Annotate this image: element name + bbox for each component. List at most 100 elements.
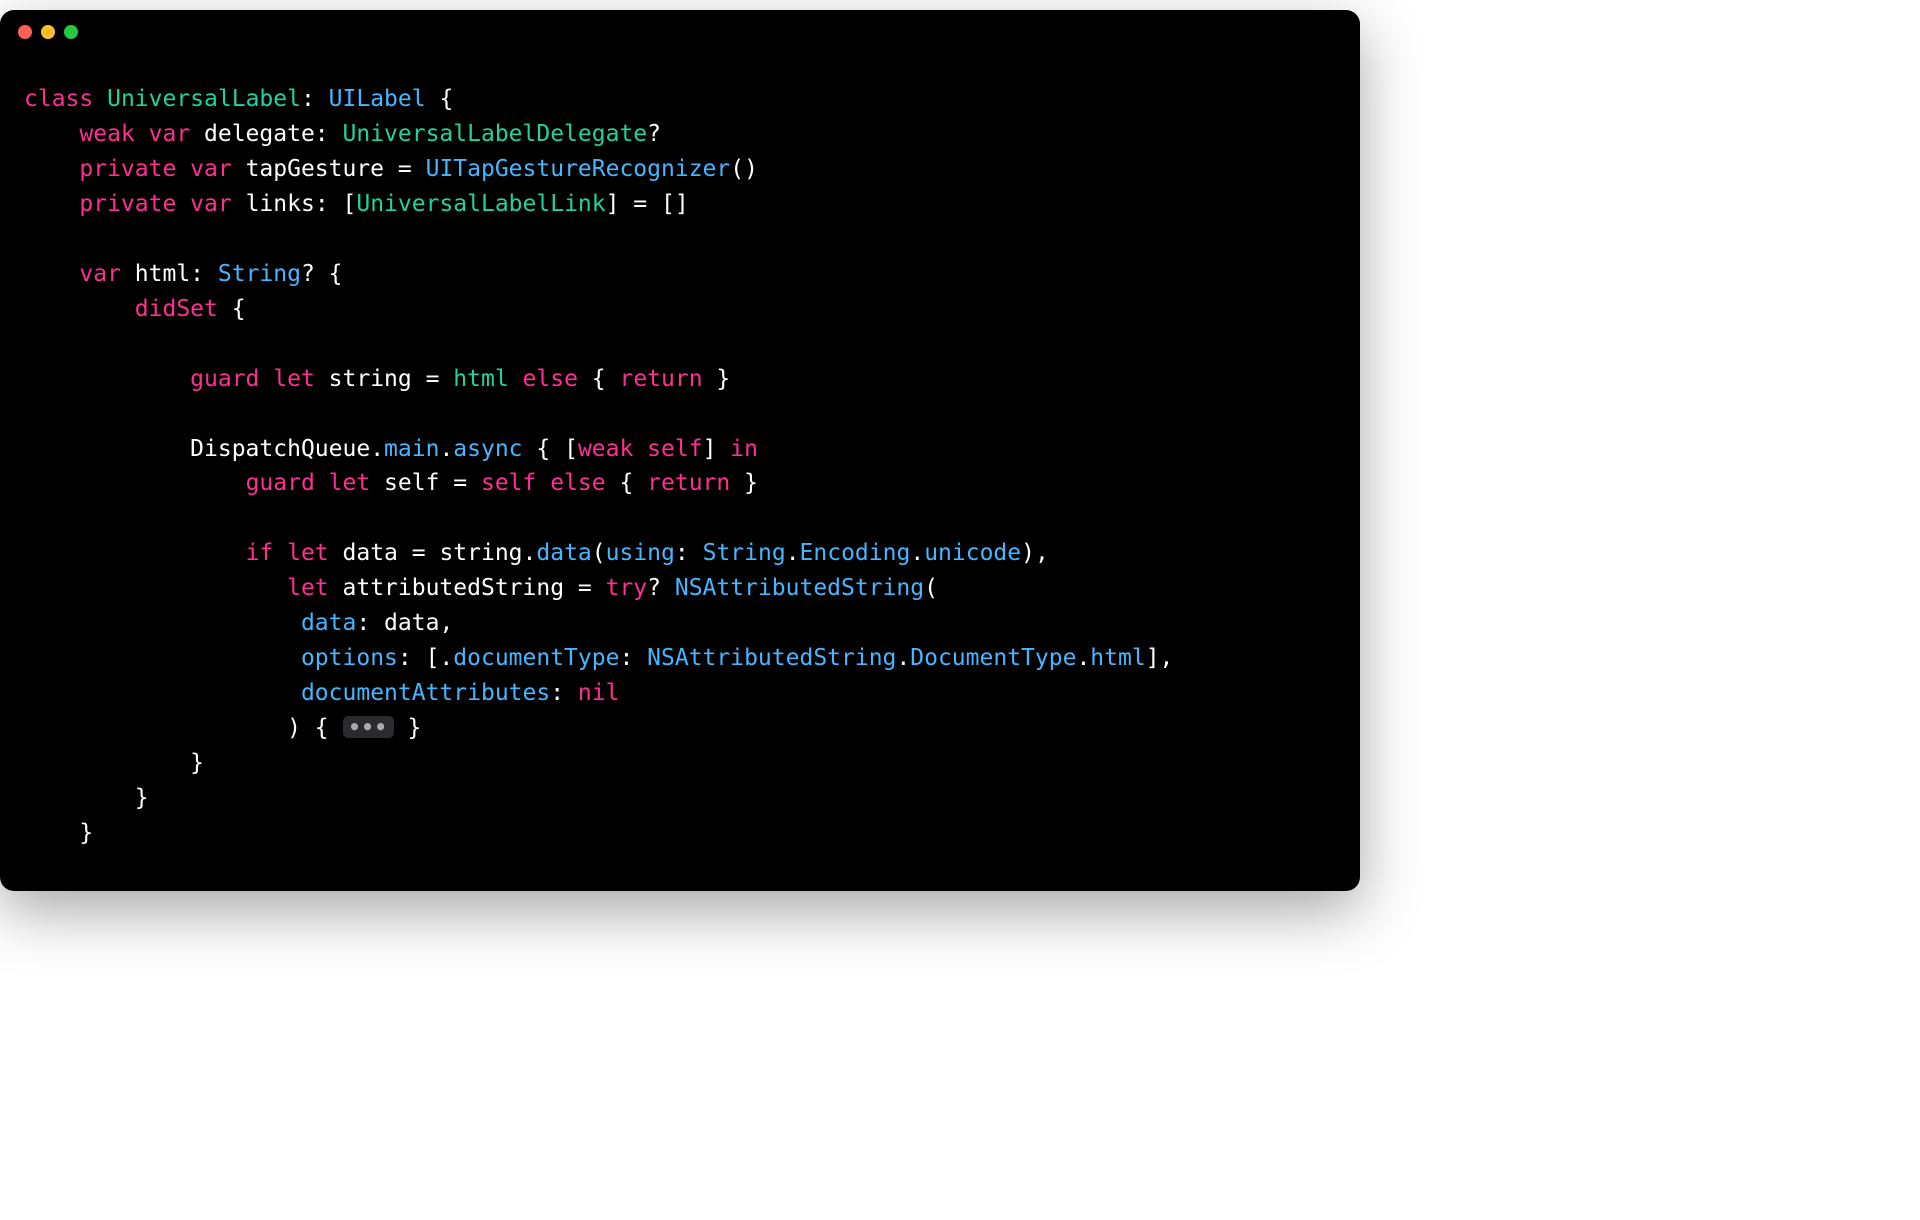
code-token bbox=[24, 156, 79, 182]
code-line: DispatchQueue.main.async { [weak self] i… bbox=[24, 432, 1336, 467]
code-line bbox=[24, 397, 1336, 432]
code-token: = bbox=[412, 366, 454, 392]
code-token: self bbox=[481, 470, 536, 496]
minimize-icon[interactable] bbox=[41, 25, 55, 39]
code-token: . bbox=[370, 436, 384, 462]
code-token: string bbox=[329, 366, 412, 392]
close-icon[interactable] bbox=[18, 25, 32, 39]
code-token: UniversalLabelDelegate bbox=[343, 121, 648, 147]
code-line: ) { ••• } bbox=[24, 711, 1336, 746]
code-token: nil bbox=[578, 680, 620, 706]
code-line: guard let string = html else { return } bbox=[24, 362, 1336, 397]
code-line: class UniversalLabel: UILabel { bbox=[24, 82, 1336, 117]
code-token: . bbox=[786, 540, 800, 566]
code-line: let attributedString = try? NSAttributed… bbox=[24, 571, 1336, 606]
code-token: String bbox=[703, 540, 786, 566]
code-token: data bbox=[301, 610, 356, 636]
code-token: UniversalLabelLink bbox=[356, 191, 605, 217]
code-token: links bbox=[246, 191, 315, 217]
code-token: guard let bbox=[190, 366, 328, 392]
code-token: documentAttributes bbox=[301, 680, 550, 706]
code-token: . bbox=[1076, 645, 1090, 671]
code-token: data bbox=[384, 610, 439, 636]
code-token: : bbox=[619, 645, 647, 671]
code-token: class bbox=[24, 86, 107, 112]
code-line: options: [.documentType: NSAttributedStr… bbox=[24, 641, 1336, 676]
code-token: else bbox=[550, 470, 605, 496]
code-token: . bbox=[910, 540, 924, 566]
code-token: DocumentType bbox=[910, 645, 1076, 671]
code-token: ), bbox=[1021, 540, 1049, 566]
code-token bbox=[24, 436, 190, 462]
code-window: class UniversalLabel: UILabel { weak var… bbox=[0, 10, 1360, 891]
code-token: { bbox=[426, 86, 454, 112]
code-fold-icon[interactable]: ••• bbox=[343, 716, 394, 738]
code-token: = bbox=[398, 540, 440, 566]
code-line bbox=[24, 327, 1336, 362]
code-token: : bbox=[356, 610, 384, 636]
code-token: = bbox=[384, 156, 426, 182]
code-token: . bbox=[896, 645, 910, 671]
code-token: data bbox=[536, 540, 591, 566]
code-token: NSAttributedString bbox=[675, 575, 924, 601]
code-token: self bbox=[384, 470, 439, 496]
code-token: didSet bbox=[135, 296, 218, 322]
code-token: : bbox=[550, 680, 578, 706]
code-token: DispatchQueue bbox=[190, 436, 370, 462]
code-token: : [. bbox=[398, 645, 453, 671]
code-token: Encoding bbox=[800, 540, 911, 566]
code-editor[interactable]: class UniversalLabel: UILabel { weak var… bbox=[0, 54, 1360, 891]
code-line bbox=[24, 222, 1336, 257]
code-token: ( bbox=[592, 540, 606, 566]
code-token: : bbox=[315, 121, 343, 147]
code-token: ? bbox=[647, 575, 675, 601]
code-token bbox=[24, 296, 135, 322]
code-token: = bbox=[564, 575, 606, 601]
code-token: ( bbox=[924, 575, 938, 601]
code-token: tapGesture bbox=[246, 156, 384, 182]
code-token: UILabel bbox=[329, 86, 426, 112]
code-token: . bbox=[439, 436, 453, 462]
code-token: NSAttributedString bbox=[647, 645, 896, 671]
code-token: html bbox=[135, 261, 190, 287]
code-token bbox=[24, 191, 79, 217]
code-token bbox=[536, 470, 550, 496]
code-line: } bbox=[24, 781, 1336, 816]
code-token: attributedString bbox=[343, 575, 565, 601]
code-token: try bbox=[606, 575, 648, 601]
code-token: main bbox=[384, 436, 439, 462]
code-token: var bbox=[79, 261, 134, 287]
code-token: unicode bbox=[924, 540, 1021, 566]
code-token: : bbox=[675, 540, 703, 566]
code-token bbox=[509, 366, 523, 392]
code-token: () bbox=[730, 156, 758, 182]
code-token: ] bbox=[703, 436, 731, 462]
code-line: var html: String? { bbox=[24, 257, 1336, 292]
code-token: } bbox=[24, 820, 93, 846]
code-token: ) { bbox=[24, 715, 343, 741]
code-token: } bbox=[394, 715, 422, 741]
zoom-icon[interactable] bbox=[64, 25, 78, 39]
code-token bbox=[24, 680, 301, 706]
code-token: guard let bbox=[246, 470, 384, 496]
code-token: using bbox=[606, 540, 675, 566]
code-token: } bbox=[730, 470, 758, 496]
code-line: } bbox=[24, 816, 1336, 851]
code-line: private var tapGesture = UITapGestureRec… bbox=[24, 152, 1336, 187]
code-token: { [ bbox=[523, 436, 578, 462]
code-token: string bbox=[439, 540, 522, 566]
code-token: : bbox=[190, 261, 218, 287]
code-token: let bbox=[287, 575, 342, 601]
code-token: { bbox=[218, 296, 246, 322]
code-line: documentAttributes: nil bbox=[24, 676, 1336, 711]
code-token bbox=[24, 540, 246, 566]
code-token: ? { bbox=[301, 261, 343, 287]
code-token bbox=[24, 366, 190, 392]
code-token: in bbox=[730, 436, 758, 462]
code-token: : bbox=[301, 86, 329, 112]
code-token: = bbox=[439, 470, 481, 496]
code-token: return bbox=[647, 470, 730, 496]
code-token: String bbox=[218, 261, 301, 287]
code-token: , bbox=[439, 610, 453, 636]
code-line: if let data = string.data(using: String.… bbox=[24, 536, 1336, 571]
